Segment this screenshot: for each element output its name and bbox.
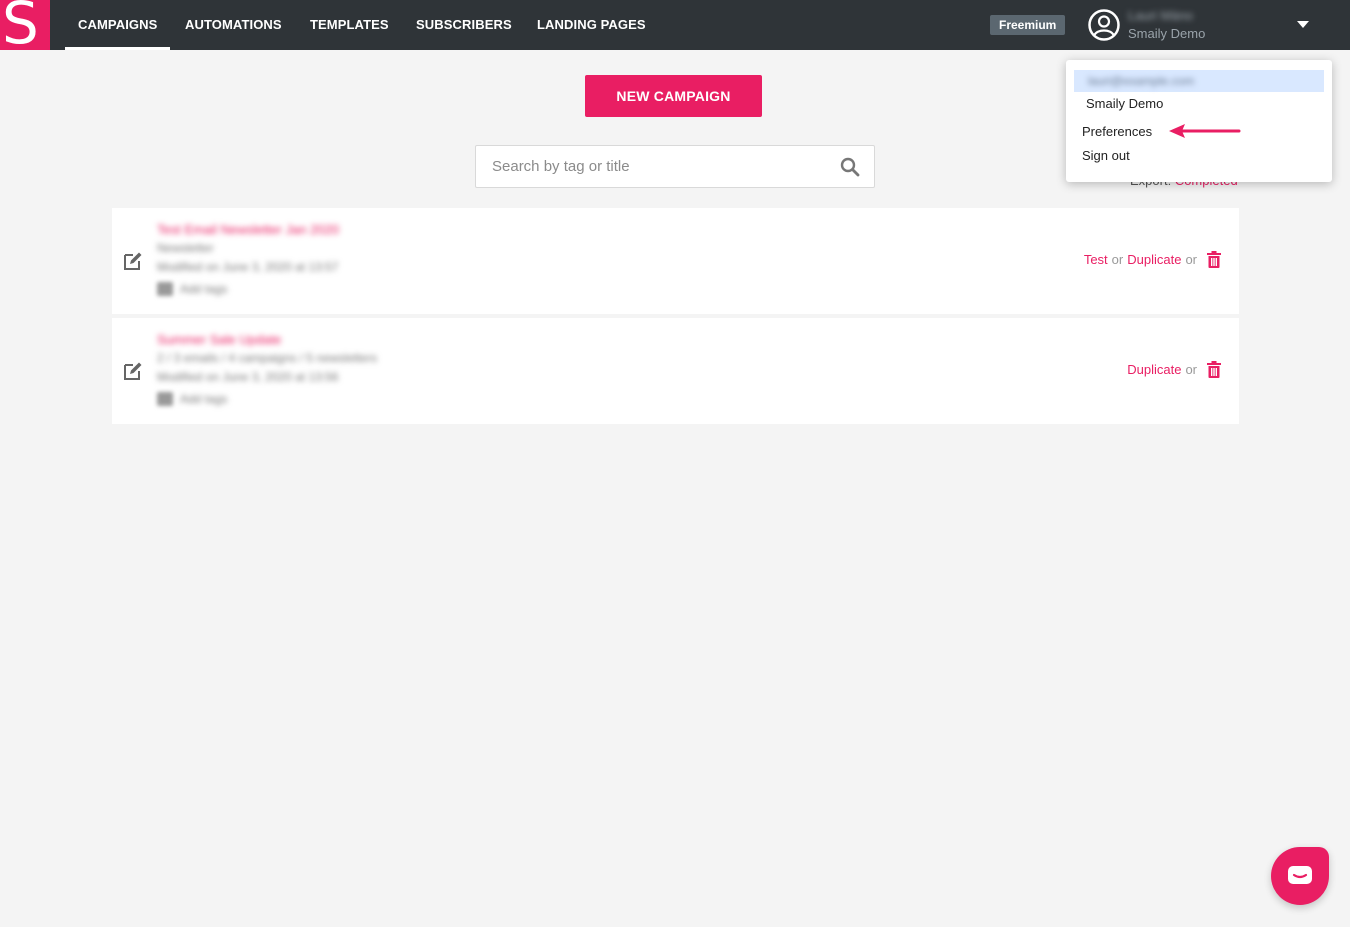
trash-icon[interactable]: [1207, 251, 1221, 268]
campaign-modified: Modified on June 3, 2020 at 13:57: [157, 260, 339, 274]
search-icon[interactable]: [840, 157, 860, 177]
dropdown-sign-out[interactable]: Sign out: [1082, 148, 1130, 163]
user-dropdown-menu: lauri@example.com Smaily Demo Preference…: [1066, 60, 1332, 182]
campaign-actions: Duplicate or: [1127, 361, 1221, 378]
search-input[interactable]: Search by tag or title: [475, 145, 875, 188]
duplicate-link[interactable]: Duplicate: [1127, 362, 1181, 377]
smaily-logo[interactable]: S: [0, 0, 50, 50]
or-text: or: [1185, 362, 1197, 377]
trash-icon[interactable]: [1207, 361, 1221, 378]
nav-subscribers[interactable]: SUBSCRIBERS: [416, 0, 512, 50]
plan-badge: Freemium: [990, 15, 1066, 35]
new-campaign-button[interactable]: NEW CAMPAIGN: [585, 75, 762, 117]
edit-icon[interactable]: [123, 361, 143, 381]
campaign-subtitle: 2 / 3 emails / 4 campaigns / 5 newslette…: [157, 351, 378, 365]
campaign-title[interactable]: Summer Sale Update: [157, 332, 281, 347]
tag-icon: [157, 282, 173, 296]
dropdown-preferences[interactable]: Preferences: [1082, 124, 1152, 139]
campaign-tags[interactable]: Add tags: [180, 282, 227, 296]
edit-icon[interactable]: [123, 251, 143, 271]
nav-landing-pages[interactable]: LANDING PAGES: [537, 0, 646, 50]
dropdown-org[interactable]: Smaily Demo: [1086, 96, 1163, 111]
annotation-arrow-icon: [1169, 124, 1241, 138]
duplicate-link[interactable]: Duplicate: [1127, 252, 1181, 267]
dropdown-email-row: lauri@example.com: [1074, 70, 1324, 92]
user-avatar-icon[interactable]: [1088, 9, 1120, 41]
campaign-subtitle: Newsletter: [157, 241, 214, 255]
campaign-card: Test Email Newsletter Jan 2020 Newslette…: [112, 208, 1239, 314]
chevron-down-icon[interactable]: [1297, 21, 1309, 28]
user-org[interactable]: Smaily Demo: [1128, 26, 1205, 41]
user-name[interactable]: Lauri Mäno: [1128, 8, 1193, 23]
or-text: or: [1111, 252, 1124, 267]
campaign-actions: Test or Duplicate or: [1084, 251, 1221, 268]
nav-templates[interactable]: TEMPLATES: [310, 0, 389, 50]
nav-automations[interactable]: AUTOMATIONS: [185, 0, 282, 50]
nav-campaigns[interactable]: CAMPAIGNS: [64, 0, 171, 50]
campaign-card: Summer Sale Update 2 / 3 emails / 4 camp…: [112, 318, 1239, 424]
logo-letter: S: [2, 0, 39, 50]
test-link[interactable]: Test: [1084, 252, 1108, 267]
chat-button[interactable]: [1271, 847, 1329, 905]
campaign-tags[interactable]: Add tags: [180, 392, 227, 406]
campaign-title[interactable]: Test Email Newsletter Jan 2020: [157, 222, 339, 237]
top-navbar: S CAMPAIGNS AUTOMATIONS TEMPLATES SUBSCR…: [0, 0, 1350, 50]
campaign-modified: Modified on June 3, 2020 at 13:56: [157, 370, 339, 384]
search-placeholder: Search by tag or title: [492, 158, 630, 175]
chat-icon: [1288, 866, 1312, 884]
or-text: or: [1185, 252, 1197, 267]
dropdown-email: lauri@example.com: [1088, 74, 1195, 88]
tag-icon: [157, 392, 173, 406]
